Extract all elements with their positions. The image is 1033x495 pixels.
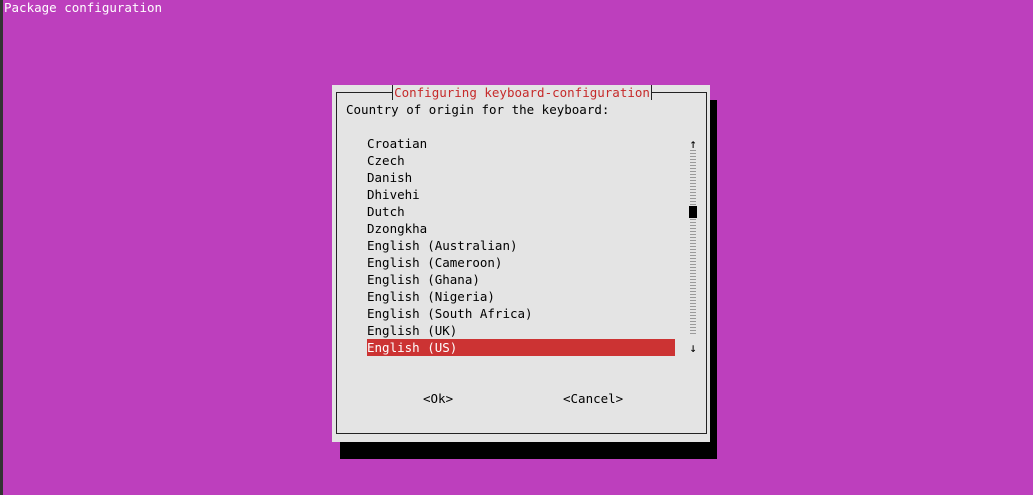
list-item[interactable]: English (Ghana): [367, 271, 675, 288]
terminal-left-border: [0, 0, 3, 495]
ok-button[interactable]: <Ok>: [423, 390, 453, 407]
list-item[interactable]: Croatian: [367, 135, 675, 152]
dialog-title: Configuring keyboard-configuration: [394, 85, 650, 100]
list-item[interactable]: Danish: [367, 169, 675, 186]
selected-list-item[interactable]: English (US): [367, 339, 675, 356]
list-item[interactable]: English (Cameroon): [367, 254, 675, 271]
dialog-frame-right: [706, 92, 707, 434]
list-item[interactable]: Dzongkha: [367, 220, 675, 237]
title-divider-right: [651, 85, 652, 100]
page-title: Package configuration: [4, 0, 163, 15]
dialog-frame-top-left: [336, 92, 392, 93]
dialog-frame-top-right: [652, 92, 706, 93]
list-item[interactable]: Dhivehi: [367, 186, 675, 203]
keyboard-country-list: Croatian Czech Danish Dhivehi Dutch Dzon…: [367, 135, 675, 356]
scroll-down-arrow-icon[interactable]: ↓: [688, 339, 698, 356]
dialog-frame-bottom: [336, 433, 707, 434]
list-item[interactable]: English (Australian): [367, 237, 675, 254]
cancel-button[interactable]: <Cancel>: [563, 390, 623, 407]
list-item[interactable]: Czech: [367, 152, 675, 169]
list-item[interactable]: English (South Africa): [367, 305, 675, 322]
scroll-thumb[interactable]: [689, 206, 697, 218]
dialog-prompt: Country of origin for the keyboard:: [346, 102, 610, 117]
list-item[interactable]: Dutch: [367, 203, 675, 220]
title-divider-left: [392, 85, 393, 100]
list-item[interactable]: English (UK): [367, 322, 675, 339]
list-scrollbar[interactable]: ↑ ↓: [688, 135, 698, 355]
list-item[interactable]: English (Nigeria): [367, 288, 675, 305]
terminal-screen: { "header": { "title": "Package configur…: [0, 0, 1033, 495]
config-dialog: Configuring keyboard-configuration Count…: [332, 85, 710, 442]
scroll-track[interactable]: [690, 150, 696, 336]
dialog-frame-left: [336, 92, 337, 434]
